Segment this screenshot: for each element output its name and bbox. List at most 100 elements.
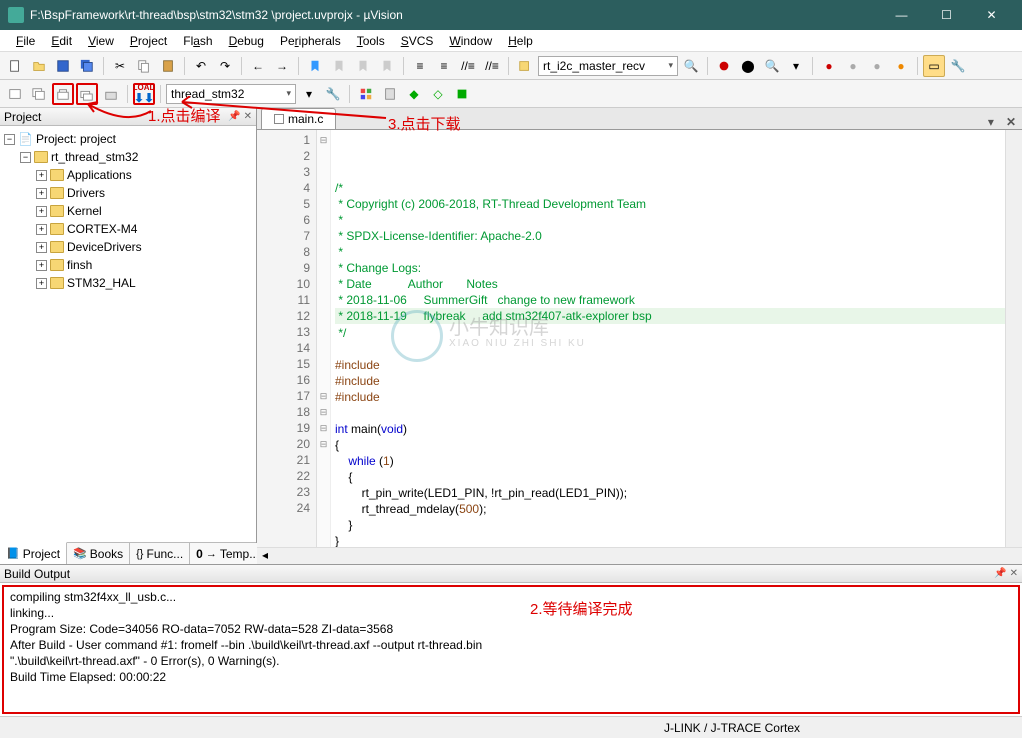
bookmark-prev-icon[interactable] [328,55,350,77]
translate-icon[interactable] [4,83,26,105]
outdent-icon[interactable]: ≡ [433,55,455,77]
toolbox-icon[interactable]: 🔧 [947,55,969,77]
close-button[interactable]: ✕ [969,0,1014,30]
options-icon[interactable]: 🔧 [322,83,344,105]
scrollbar-horizontal[interactable]: ◂ [257,547,1022,564]
menu-help[interactable]: Help [500,32,541,50]
build-target-icon[interactable] [28,83,50,105]
tab-project[interactable]: 📘 Project [0,542,67,564]
minimize-button[interactable]: ― [879,0,924,30]
build-icon[interactable] [52,83,74,105]
code-area[interactable]: 小牛知识库XIAO NIU ZHI SHI KU /* * Copyright … [331,130,1005,547]
editor-body[interactable]: 123456789101112131415161718192021222324 … [257,130,1022,547]
orange-dot-icon[interactable]: ● [890,55,912,77]
tab-books[interactable]: 📚 Books [67,543,130,564]
indent-icon[interactable]: ≡ [409,55,431,77]
fold-column[interactable]: ⊟⊟⊟⊟⊟ [317,130,331,547]
pack-installer-icon[interactable] [451,83,473,105]
editor-close-icon[interactable]: ✕ [1000,115,1022,129]
scrollbar-vertical[interactable] [1005,130,1022,547]
tree-folder[interactable]: +DeviceDrivers [2,238,254,256]
grey-dot2-icon[interactable]: ● [866,55,888,77]
menu-svcs[interactable]: SVCS [393,32,442,50]
find-in-files-icon[interactable] [514,55,536,77]
build-output-header: Build Output 📌 ✕ [0,565,1022,583]
nav-fwd-icon[interactable]: → [271,55,293,77]
debug-icon[interactable] [713,55,735,77]
undo-icon[interactable]: ↶ [190,55,212,77]
build-output-pane: Build Output 📌 ✕ compiling stm32f4xx_ll_… [0,564,1022,716]
bookmark-next-icon[interactable] [352,55,374,77]
find-combo[interactable]: rt_i2c_master_recv [538,56,678,76]
comment-icon[interactable]: //≡ [457,55,479,77]
download-icon[interactable]: LOAD⬇⬇ [133,83,155,105]
menu-flash[interactable]: Flash [175,32,220,50]
manage-rte-icon[interactable]: ◆ [403,83,425,105]
toolbar-main: ✂ ↶ ↷ ← → ≡ ≡ //≡ //≡ rt_i2c_master_recv… [0,52,1022,80]
tree-folder[interactable]: +Kernel [2,202,254,220]
file-ext-icon[interactable] [379,83,401,105]
nav-back-icon[interactable]: ← [247,55,269,77]
breakpoint-icon[interactable]: ⬤ [737,55,759,77]
bookmark-clear-icon[interactable] [376,55,398,77]
menu-view[interactable]: View [80,32,122,50]
menu-project[interactable]: Project [122,32,175,50]
project-pane-header: Project 📌 ✕ [0,108,256,126]
cut-icon[interactable]: ✂ [109,55,131,77]
tree-folder[interactable]: +CORTEX-M4 [2,220,254,238]
line-numbers: 123456789101112131415161718192021222324 [257,130,317,547]
maximize-button[interactable]: ☐ [924,0,969,30]
find-next-icon[interactable]: 🔍 [680,55,702,77]
menubar: File Edit View Project Flash Debug Perip… [0,30,1022,52]
tree-folder[interactable]: +Applications [2,166,254,184]
app-icon [8,7,24,23]
menu-edit[interactable]: Edit [43,32,80,50]
menu-tools[interactable]: Tools [349,32,393,50]
tree-folder[interactable]: +Drivers [2,184,254,202]
menu-debug[interactable]: Debug [221,32,272,50]
menu-peripherals[interactable]: Peripherals [272,32,349,50]
build-output-body[interactable]: compiling stm32f4xx_ll_usb.c...linking..… [2,585,1020,714]
pin-icon[interactable]: 📌 ✕ [994,568,1018,579]
project-tree[interactable]: −📄Project: project −rt_thread_stm32 +App… [0,126,256,542]
manage-icon[interactable] [355,83,377,105]
window-layout-icon[interactable]: ▭ [923,55,945,77]
target-dropdown-icon[interactable]: ▾ [298,83,320,105]
open-file-icon[interactable] [28,55,50,77]
status-debugger: J-LINK / J-TRACE Cortex [664,721,800,735]
insert-icon[interactable]: 🔍 [761,55,783,77]
rebuild-icon[interactable] [76,83,98,105]
bookmark-icon[interactable] [304,55,326,77]
tree-folder[interactable]: +finsh [2,256,254,274]
window-title: F:\BspFramework\rt-thread\bsp\stm32\stm3… [30,8,879,22]
uncomment-icon[interactable]: //≡ [481,55,503,77]
paste-icon[interactable] [157,55,179,77]
tree-root[interactable]: −📄Project: project [2,130,254,148]
target-combo[interactable]: thread_stm32 [166,84,296,104]
titlebar: F:\BspFramework\rt-thread\bsp\stm32\stm3… [0,0,1022,30]
copy-icon[interactable] [133,55,155,77]
menu-window[interactable]: Window [441,32,500,50]
main-area: Project 📌 ✕ −📄Project: project −rt_threa… [0,108,1022,564]
project-tabs: 📘 Project 📚 Books {} Func... 0→ Temp... [0,542,256,564]
tab-templates[interactable]: 0→ Temp... [190,543,266,564]
editor-tab-main[interactable]: main.c [261,108,336,129]
new-file-icon[interactable] [4,55,26,77]
batch-build-icon[interactable] [100,83,122,105]
tab-functions[interactable]: {} Func... [130,543,190,564]
pin-icon[interactable]: 📌 ✕ [228,111,252,122]
editor-pane: main.c ▾ ✕ 12345678910111213141516171819… [257,108,1022,564]
editor-dropdown-icon[interactable]: ▾ [982,115,1000,129]
tree-target[interactable]: −rt_thread_stm32 [2,148,254,166]
redo-icon[interactable]: ↷ [214,55,236,77]
grey-dot-icon[interactable]: ● [842,55,864,77]
tree-folder[interactable]: +STM32_HAL [2,274,254,292]
save-icon[interactable] [52,55,74,77]
red-dot-icon[interactable]: ● [818,55,840,77]
menu-file[interactable]: File [8,32,43,50]
select-pack-icon[interactable]: ◇ [427,83,449,105]
zoom-icon[interactable]: ▾ [785,55,807,77]
statusbar: J-LINK / J-TRACE Cortex [0,716,1022,738]
project-pane: Project 📌 ✕ −📄Project: project −rt_threa… [0,108,257,564]
save-all-icon[interactable] [76,55,98,77]
